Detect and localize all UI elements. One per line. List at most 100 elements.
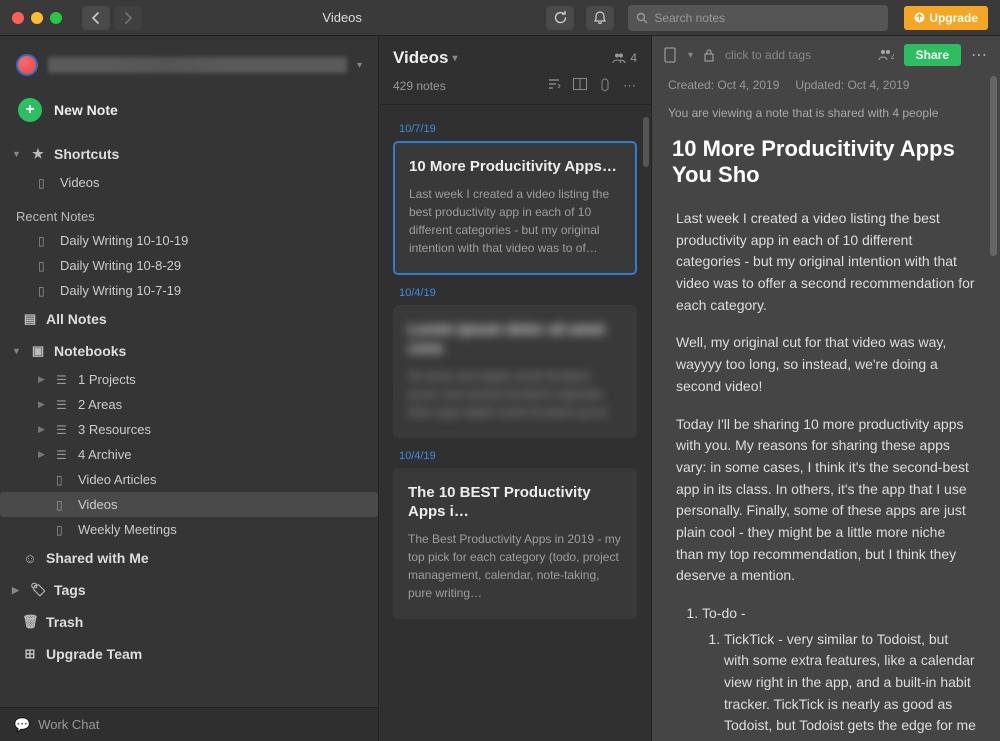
close-button[interactable] bbox=[12, 12, 24, 24]
trash-header[interactable]: 🗑 Trash bbox=[0, 606, 378, 638]
stack-icon: ☰ bbox=[56, 398, 70, 412]
note-count: 429 notes bbox=[393, 79, 446, 93]
upgrade-button[interactable]: Upgrade bbox=[904, 6, 988, 30]
more-button[interactable]: ⋯ bbox=[623, 78, 637, 94]
created-date: Created: Oct 4, 2019 bbox=[668, 78, 779, 92]
columns-icon bbox=[573, 78, 587, 90]
notebook-item[interactable]: ▯Weekly Meetings bbox=[0, 517, 378, 542]
date-separator: 10/4/19 bbox=[399, 287, 631, 299]
new-note-button[interactable]: + New Note bbox=[0, 86, 378, 134]
notebook-item[interactable]: ▶☰4 Archive bbox=[0, 442, 378, 467]
chevron-down-icon: ▾ bbox=[452, 53, 457, 64]
svg-text:4: 4 bbox=[891, 52, 894, 61]
bell-icon bbox=[594, 11, 606, 25]
share-button[interactable]: Share bbox=[904, 44, 961, 66]
minimize-button[interactable] bbox=[31, 12, 43, 24]
disclosure-icon: ▼ bbox=[12, 149, 22, 159]
note-info-button[interactable] bbox=[664, 47, 678, 63]
recent-item[interactable]: ▯Daily Writing 10-10-19 bbox=[0, 228, 378, 253]
all-notes-header[interactable]: ▤ All Notes bbox=[0, 303, 378, 335]
card-title-redacted: Lorem ipsum dolor sit amet cons bbox=[408, 320, 622, 359]
note-list-scroll[interactable]: 10/7/19 10 More Producitivity Apps… Last… bbox=[379, 105, 651, 741]
updated-date: Updated: Oct 4, 2019 bbox=[795, 78, 909, 92]
shortcut-item[interactable]: ▯ Videos bbox=[0, 170, 378, 195]
card-preview: Last week I created a video listing the … bbox=[409, 185, 621, 257]
note-card[interactable]: The 10 BEST Productivity Apps i… The Bes… bbox=[393, 468, 637, 619]
window-title: Videos bbox=[150, 10, 534, 25]
card-preview: The Best Productivity Apps in 2019 - my … bbox=[408, 530, 622, 602]
chevron-left-icon bbox=[92, 12, 100, 24]
account-name-redacted bbox=[48, 57, 347, 73]
sync-icon bbox=[553, 11, 567, 25]
lock-icon bbox=[703, 48, 715, 62]
shortcuts-header[interactable]: ▼ ★ Shortcuts bbox=[0, 138, 378, 170]
scrollbar-thumb[interactable] bbox=[643, 117, 649, 167]
shared-header[interactable]: ☺ Shared with Me bbox=[0, 542, 378, 574]
member-count[interactable]: 4 bbox=[612, 51, 637, 65]
upgrade-icon bbox=[914, 12, 925, 23]
team-icon: ⊞ bbox=[22, 646, 38, 662]
note-icon: ▯ bbox=[38, 284, 52, 298]
sync-button[interactable] bbox=[546, 6, 574, 30]
notelist-title[interactable]: Videos ▾ bbox=[393, 48, 457, 68]
notebook-icon: ▯ bbox=[56, 523, 70, 537]
recent-item[interactable]: ▯Daily Writing 10-7-19 bbox=[0, 278, 378, 303]
note-title[interactable]: 10 More Producitivity Apps You Sho bbox=[652, 130, 1000, 198]
stack-icon: ☰ bbox=[56, 373, 70, 387]
note-icon: ▯ bbox=[38, 176, 52, 190]
note-card[interactable]: Lorem ipsum dolor sit amet cons Sit amet… bbox=[393, 305, 637, 438]
disclosure-icon: ▶ bbox=[38, 374, 48, 385]
notebook-item[interactable]: ▯Video Articles bbox=[0, 467, 378, 492]
notebook-item[interactable]: ▶☰1 Projects bbox=[0, 367, 378, 392]
sort-button[interactable] bbox=[547, 78, 561, 94]
titlebar: Videos Search notes Upgrade bbox=[0, 0, 1000, 36]
upgrade-team-header[interactable]: ⊞ Upgrade Team bbox=[0, 638, 378, 670]
work-chat-button[interactable]: 💬 Work Chat bbox=[0, 707, 378, 741]
stack-icon: ☰ bbox=[56, 423, 70, 437]
disclosure-icon: ▶ bbox=[38, 424, 48, 435]
disclosure-icon: ▶ bbox=[38, 449, 48, 460]
account-switcher[interactable]: ▾ bbox=[0, 44, 378, 86]
recent-notes-header: Recent Notes bbox=[0, 199, 378, 228]
date-separator: 10/7/19 bbox=[399, 123, 631, 135]
sort-icon bbox=[547, 78, 561, 90]
note-card-selected[interactable]: 10 More Producitivity Apps… Last week I … bbox=[393, 141, 637, 275]
notebooks-header[interactable]: ▼ ▣ Notebooks bbox=[0, 335, 378, 367]
notebook-item-selected[interactable]: ▯Videos bbox=[0, 492, 378, 517]
reminder-button[interactable] bbox=[703, 48, 715, 62]
people-icon bbox=[612, 52, 626, 64]
tags-header[interactable]: ▶ 🏷 Tags bbox=[0, 574, 378, 606]
note-list-panel: Videos ▾ 4 429 notes ⋯ 10/7/19 10 More P… bbox=[378, 36, 652, 741]
view-button[interactable] bbox=[573, 78, 587, 94]
note-icon: ▯ bbox=[38, 234, 52, 248]
maximize-button[interactable] bbox=[50, 12, 62, 24]
back-button[interactable] bbox=[82, 6, 110, 30]
disclosure-icon: ▼ bbox=[12, 346, 22, 356]
scrollbar-thumb[interactable] bbox=[990, 76, 997, 256]
share-notice: You are viewing a note that is shared wi… bbox=[652, 102, 1000, 130]
tag-icon: 🏷 bbox=[30, 582, 46, 598]
note-body[interactable]: Last week I created a video listing the … bbox=[652, 198, 1000, 741]
forward-button[interactable] bbox=[114, 6, 142, 30]
search-input[interactable]: Search notes bbox=[628, 5, 888, 31]
chevron-right-icon bbox=[124, 12, 132, 24]
recent-item[interactable]: ▯Daily Writing 10-8-29 bbox=[0, 253, 378, 278]
chat-icon: 💬 bbox=[14, 717, 30, 733]
chevron-down-icon: ▾ bbox=[357, 60, 362, 71]
activity-button[interactable] bbox=[586, 6, 614, 30]
notebook-icon: ▯ bbox=[56, 498, 70, 512]
editor-panel: ▾ click to add tags 4 Share ⋯ Created: O… bbox=[652, 36, 1000, 741]
filter-button[interactable] bbox=[599, 78, 611, 94]
share-count[interactable]: 4 bbox=[878, 49, 894, 61]
note-metadata: Created: Oct 4, 2019 Updated: Oct 4, 201… bbox=[652, 74, 1000, 102]
notebook-item[interactable]: ▶☰3 Resources bbox=[0, 417, 378, 442]
notebook-item[interactable]: ▶☰2 Areas bbox=[0, 392, 378, 417]
sidebar: ▾ + New Note ▼ ★ Shortcuts ▯ Videos Rece… bbox=[0, 36, 378, 741]
disclosure-icon: ▶ bbox=[12, 585, 22, 596]
card-title: The 10 BEST Productivity Apps i… bbox=[408, 483, 622, 522]
card-preview-redacted: Sit amet erat dapib morbi tincidunt puru… bbox=[408, 367, 622, 421]
tags-input[interactable]: click to add tags bbox=[725, 48, 811, 62]
more-button[interactable]: ⋯ bbox=[971, 45, 988, 65]
stack-icon: ☰ bbox=[56, 448, 70, 462]
filter-icon bbox=[599, 78, 611, 92]
